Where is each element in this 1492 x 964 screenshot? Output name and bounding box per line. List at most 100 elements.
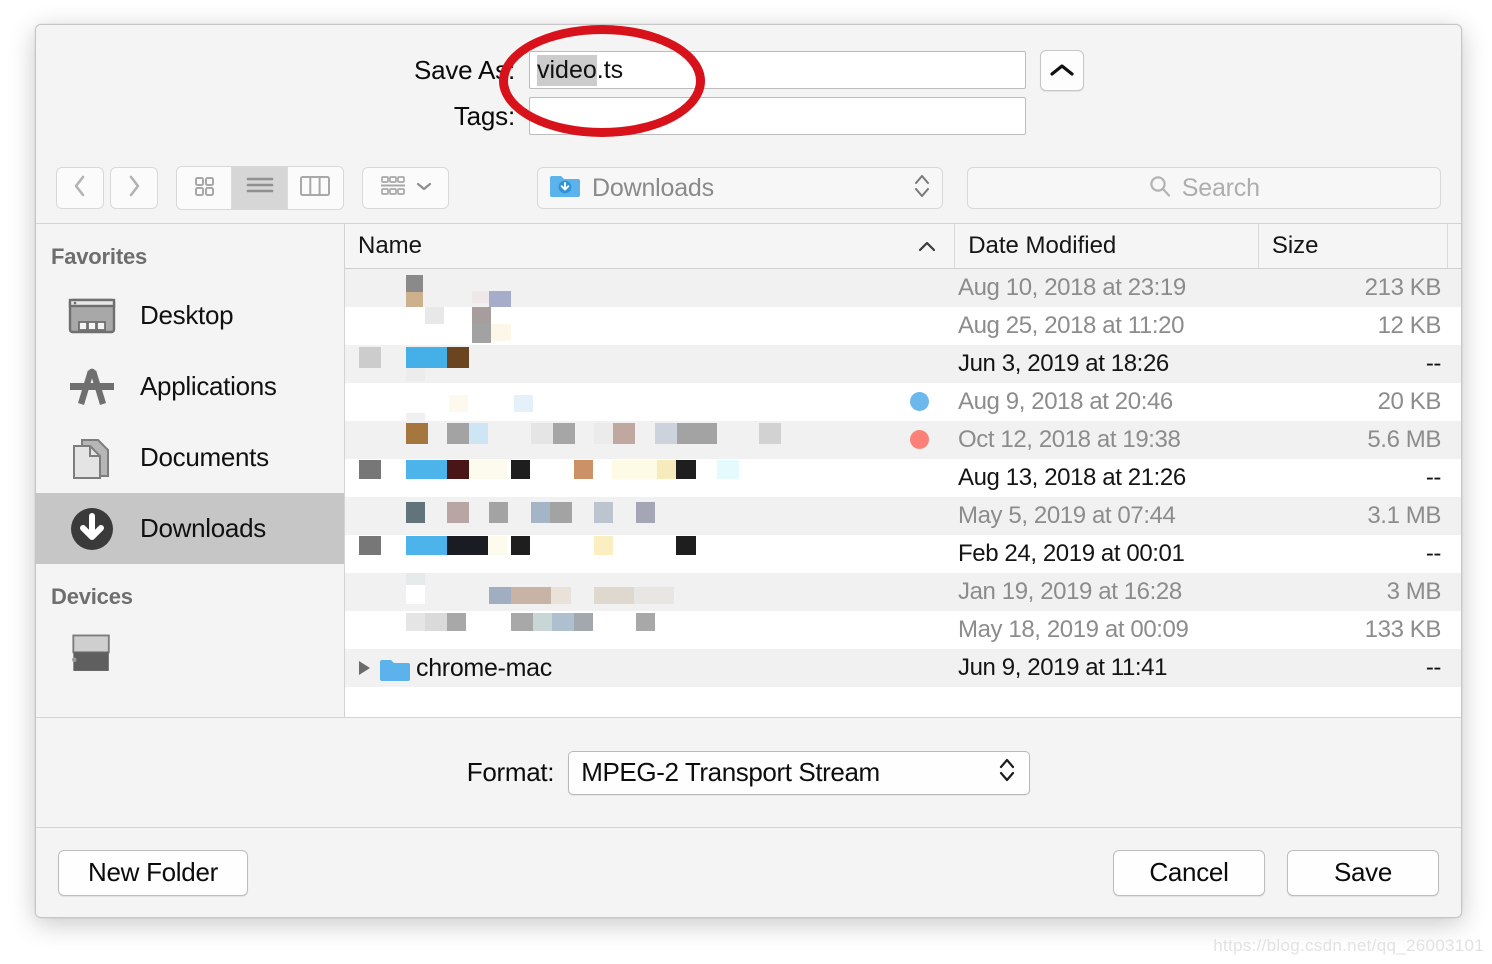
size-value: 12 KB bbox=[1377, 312, 1442, 339]
column-header-date-label: Date Modified bbox=[968, 232, 1117, 259]
redacted-filename-block bbox=[406, 613, 425, 631]
table-row[interactable]: Jan 19, 2019 at 16:28 3 MB bbox=[345, 573, 1461, 611]
new-folder-button[interactable]: New Folder bbox=[58, 849, 248, 896]
date-modified-value: Jan 19, 2019 at 16:28 bbox=[958, 578, 1182, 605]
cell-name bbox=[345, 307, 958, 345]
watermark: https://blog.csdn.net/qq_26003101 bbox=[1213, 936, 1484, 955]
current-folder-popup[interactable]: Downloads bbox=[537, 167, 943, 209]
redacted-filename-block bbox=[447, 460, 469, 479]
redacted-filename-block bbox=[552, 613, 574, 631]
file-list-rows[interactable]: Aug 10, 2018 at 23:19 213 KB Aug 25, 2018 … bbox=[345, 269, 1461, 717]
view-as-list-button[interactable] bbox=[232, 167, 288, 209]
sidebar-item-label: Downloads bbox=[140, 513, 266, 543]
format-value: MPEG-2 Transport Stream bbox=[581, 757, 880, 787]
redacted-filename-block bbox=[594, 536, 613, 555]
column-header-date-modified[interactable]: Date Modified bbox=[955, 224, 1259, 268]
cell-name bbox=[345, 383, 958, 421]
redacted-filename-block bbox=[406, 502, 425, 523]
redacted-filename-block bbox=[676, 536, 696, 555]
back-button[interactable] bbox=[56, 167, 104, 209]
arrange-by-button[interactable] bbox=[362, 167, 450, 209]
sidebar-item-applications[interactable]: Applications bbox=[36, 351, 344, 422]
arrange-by-icon bbox=[379, 173, 409, 204]
view-as-columns-button[interactable] bbox=[287, 167, 344, 209]
redacted-filename-block bbox=[612, 460, 657, 479]
redacted-filename-block bbox=[574, 460, 593, 479]
cell-date-modified: Jun 3, 2019 at 18:26 bbox=[958, 350, 1263, 378]
cell-date-modified: Oct 12, 2018 at 19:38 bbox=[958, 426, 1263, 454]
sidebar: Favorites Desktop Applications Documents… bbox=[36, 224, 345, 717]
cell-date-modified: Aug 25, 2018 at 11:20 bbox=[958, 312, 1263, 340]
redacted-filename-block bbox=[531, 423, 553, 444]
cell-name bbox=[345, 459, 958, 497]
save-as-row: Save As: video .ts bbox=[36, 47, 1461, 93]
redacted-filename-block bbox=[511, 536, 530, 555]
cell-date-modified: May 18, 2019 at 00:09 bbox=[958, 616, 1263, 644]
collapse-dialog-button[interactable] bbox=[1040, 49, 1084, 91]
redacted-filename-block bbox=[406, 460, 447, 479]
table-row[interactable]: Aug 10, 2018 at 23:19 213 KB bbox=[345, 269, 1461, 307]
table-row[interactable]: Aug 25, 2018 at 11:20 12 KB bbox=[345, 307, 1461, 345]
redacted-filename-block bbox=[449, 395, 468, 412]
cell-size: -- bbox=[1263, 350, 1453, 378]
table-row[interactable]: Jun 3, 2019 at 18:26 -- bbox=[345, 345, 1461, 383]
redacted-filename-block bbox=[406, 413, 425, 421]
search-field[interactable]: Search bbox=[966, 167, 1441, 209]
table-row[interactable]: Oct 12, 2018 at 19:38 5.6 MB bbox=[345, 421, 1461, 459]
save-as-input[interactable]: video .ts bbox=[529, 51, 1026, 89]
desktop-icon bbox=[64, 288, 120, 344]
redacted-filename-block bbox=[574, 613, 593, 631]
dialog-body: Favorites Desktop Applications Documents… bbox=[36, 223, 1461, 717]
sidebar-item-device-disk[interactable] bbox=[36, 620, 344, 691]
redacted-filename-block bbox=[533, 613, 552, 631]
table-row[interactable]: chrome-mac Jun 9, 2019 at 11:41 -- bbox=[345, 649, 1461, 687]
redacted-filename-block bbox=[447, 347, 469, 368]
cell-date-modified: Jan 19, 2019 at 16:28 bbox=[958, 578, 1263, 606]
column-header-size[interactable]: Size bbox=[1259, 224, 1448, 268]
date-modified-value: May 5, 2019 at 07:44 bbox=[958, 502, 1176, 529]
redacted-filename-block bbox=[406, 536, 447, 555]
redacted-filename-block bbox=[514, 395, 533, 412]
file-name-cell: chrome-mac bbox=[345, 649, 958, 687]
format-select[interactable]: MPEG-2 Transport Stream bbox=[568, 750, 1031, 795]
redacted-filename-block bbox=[594, 502, 613, 523]
sidebar-section-devices-title: Devices bbox=[51, 584, 133, 609]
redacted-filename-block bbox=[634, 587, 674, 604]
tags-input[interactable] bbox=[529, 97, 1026, 135]
chevron-up-icon bbox=[1049, 62, 1075, 78]
redacted-filename-block bbox=[717, 460, 739, 479]
current-folder-label: Downloads bbox=[592, 173, 714, 202]
redacted-filename-block bbox=[447, 536, 488, 555]
table-row[interactable]: May 18, 2019 at 00:09 133 KB bbox=[345, 611, 1461, 649]
view-as-icons-button[interactable] bbox=[177, 167, 233, 209]
save-button[interactable]: Save bbox=[1287, 849, 1439, 896]
redacted-filename-block bbox=[531, 502, 550, 523]
column-header-name[interactable]: Name bbox=[345, 224, 956, 268]
cell-name bbox=[345, 535, 958, 573]
table-row[interactable]: Aug 9, 2018 at 20:46 20 KB bbox=[345, 383, 1461, 421]
sidebar-item-downloads[interactable]: Downloads bbox=[36, 493, 344, 564]
redacted-filename-block bbox=[677, 423, 717, 444]
size-value: 5.6 MB bbox=[1367, 426, 1441, 453]
sidebar-item-documents[interactable]: Documents bbox=[36, 422, 344, 493]
redacted-filename-block bbox=[657, 460, 676, 479]
cell-date-modified: Aug 13, 2018 at 21:26 bbox=[958, 464, 1263, 492]
forward-button[interactable] bbox=[110, 167, 158, 209]
sidebar-item-label: Desktop bbox=[140, 300, 234, 330]
cell-size: -- bbox=[1263, 540, 1453, 568]
cell-size: 12 KB bbox=[1263, 312, 1453, 340]
size-value: -- bbox=[1425, 350, 1442, 377]
disclosure-triangle-icon[interactable] bbox=[359, 661, 370, 675]
redacted-filename-block bbox=[406, 347, 447, 368]
cell-name bbox=[345, 611, 958, 649]
table-row[interactable]: Aug 13, 2018 at 21:26 -- bbox=[345, 459, 1461, 497]
tag-color-dot bbox=[910, 392, 929, 411]
column-header-size-label: Size bbox=[1271, 232, 1319, 259]
save-dialog: Save As: video .ts Tags: Downloads Searc… bbox=[35, 24, 1462, 918]
sidebar-item-desktop[interactable]: Desktop bbox=[36, 280, 344, 351]
table-row[interactable]: May 5, 2019 at 07:44 3.1 MB bbox=[345, 497, 1461, 535]
redacted-filename-block bbox=[425, 613, 447, 631]
table-row[interactable]: Feb 24, 2019 at 00:01 -- bbox=[345, 535, 1461, 573]
redacted-filename-block bbox=[488, 536, 507, 555]
cancel-button[interactable]: Cancel bbox=[1113, 849, 1265, 896]
